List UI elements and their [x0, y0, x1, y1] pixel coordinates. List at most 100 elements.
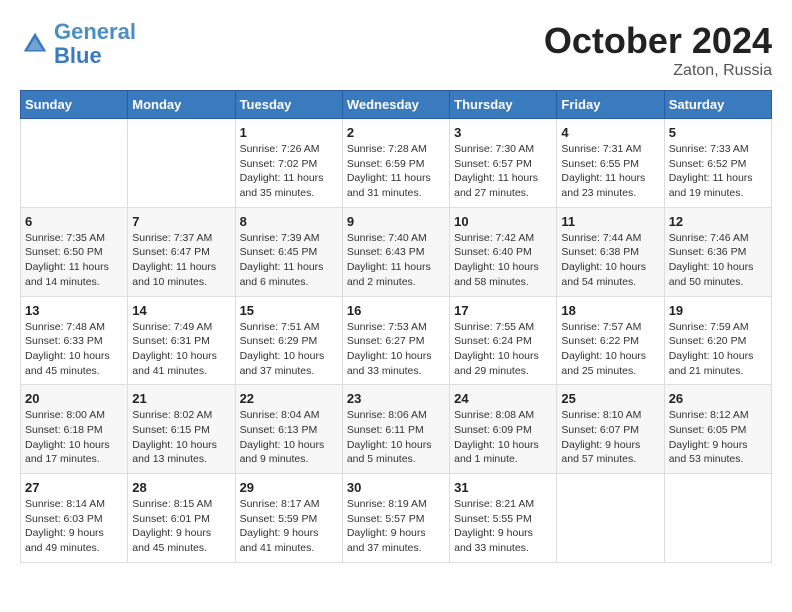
table-cell: 19Sunrise: 7:59 AMSunset: 6:20 PMDayligh… [664, 296, 771, 385]
day-number: 24 [454, 391, 552, 406]
day-number: 20 [25, 391, 123, 406]
day-number: 1 [240, 125, 338, 140]
table-cell: 28 Sunrise: 8:15 AMSunset: 6:01 PMDayligh… [128, 474, 235, 563]
day-number: 21 [132, 391, 230, 406]
day-number: 10 [454, 214, 552, 229]
day-number: 28 [132, 480, 230, 495]
day-number: 15 [240, 303, 338, 318]
day-info: Sunrise: 8:17 AMSunset: 5:59 PMDaylight:… [240, 497, 338, 556]
calendar-body: 1 Sunrise: 7:26 AMSunset: 7:02 PMDaylight… [21, 119, 772, 563]
day-info: Sunrise: 7:59 AMSunset: 6:20 PMDaylight:… [669, 320, 767, 379]
day-info: Sunrise: 7:28 AMSunset: 6:59 PMDaylight:… [347, 142, 445, 201]
table-cell: 23 Sunrise: 8:06 AMSunset: 6:11 PMDayligh… [342, 385, 449, 474]
day-info: Sunrise: 7:39 AMSunset: 6:45 PMDaylight:… [240, 231, 338, 290]
table-row: 27Sunrise: 8:14 AMSunset: 6:03 PMDayligh… [21, 474, 772, 563]
day-info: Sunrise: 8:19 AMSunset: 5:57 PMDaylight:… [347, 497, 445, 556]
table-cell: 29 Sunrise: 8:17 AMSunset: 5:59 PMDayligh… [235, 474, 342, 563]
day-number: 3 [454, 125, 552, 140]
day-number: 23 [347, 391, 445, 406]
day-number: 29 [240, 480, 338, 495]
day-info: Sunrise: 8:12 AMSunset: 6:05 PMDaylight:… [669, 408, 767, 467]
day-info: Sunrise: 7:49 AMSunset: 6:31 PMDaylight:… [132, 320, 230, 379]
table-cell: 6Sunrise: 7:35 AMSunset: 6:50 PMDaylight… [21, 207, 128, 296]
day-info: Sunrise: 7:31 AMSunset: 6:55 PMDaylight:… [561, 142, 659, 201]
logo-line2: Blue [54, 43, 102, 68]
day-number: 22 [240, 391, 338, 406]
day-number: 11 [561, 214, 659, 229]
table-cell [128, 119, 235, 208]
logo-line1: General [54, 19, 136, 44]
day-number: 16 [347, 303, 445, 318]
day-info: Sunrise: 7:37 AMSunset: 6:47 PMDaylight:… [132, 231, 230, 290]
table-cell: 16 Sunrise: 7:53 AMSunset: 6:27 PMDayligh… [342, 296, 449, 385]
day-number: 7 [132, 214, 230, 229]
day-info: Sunrise: 8:08 AMSunset: 6:09 PMDaylight:… [454, 408, 552, 467]
table-row: 13 Sunrise: 7:48 AMSunset: 6:33 PMDayligh… [21, 296, 772, 385]
day-info: Sunrise: 7:53 AMSunset: 6:27 PMDaylight:… [347, 320, 445, 379]
day-info: Sunrise: 7:26 AMSunset: 7:02 PMDaylight:… [240, 142, 338, 201]
table-row: 6Sunrise: 7:35 AMSunset: 6:50 PMDaylight… [21, 207, 772, 296]
day-info: Sunrise: 7:48 AMSunset: 6:33 PMDaylight:… [25, 320, 123, 379]
col-thursday: Thursday [450, 91, 557, 119]
calendar-header: Sunday Monday Tuesday Wednesday Thursday… [21, 91, 772, 119]
table-cell: 11 Sunrise: 7:44 AMSunset: 6:38 PMDayligh… [557, 207, 664, 296]
day-info: Sunrise: 8:04 AMSunset: 6:13 PMDaylight:… [240, 408, 338, 467]
table-cell: 21 Sunrise: 8:02 AMSunset: 6:15 PMDayligh… [128, 385, 235, 474]
table-cell: 31Sunrise: 8:21 AMSunset: 5:55 PMDayligh… [450, 474, 557, 563]
col-sunday: Sunday [21, 91, 128, 119]
day-number: 2 [347, 125, 445, 140]
day-info: Sunrise: 8:15 AMSunset: 6:01 PMDaylight:… [132, 497, 230, 556]
table-cell: 5 Sunrise: 7:33 AMSunset: 6:52 PMDaylight… [664, 119, 771, 208]
day-number: 9 [347, 214, 445, 229]
table-cell: 27Sunrise: 8:14 AMSunset: 6:03 PMDayligh… [21, 474, 128, 563]
day-info: Sunrise: 7:51 AMSunset: 6:29 PMDaylight:… [240, 320, 338, 379]
day-number: 30 [347, 480, 445, 495]
table-cell [664, 474, 771, 563]
table-cell: 7 Sunrise: 7:37 AMSunset: 6:47 PMDaylight… [128, 207, 235, 296]
day-info: Sunrise: 7:42 AMSunset: 6:40 PMDaylight:… [454, 231, 552, 290]
table-cell: 14 Sunrise: 7:49 AMSunset: 6:31 PMDayligh… [128, 296, 235, 385]
day-info: Sunrise: 7:55 AMSunset: 6:24 PMDaylight:… [454, 320, 552, 379]
day-info: Sunrise: 7:46 AMSunset: 6:36 PMDaylight:… [669, 231, 767, 290]
day-info: Sunrise: 8:10 AMSunset: 6:07 PMDaylight:… [561, 408, 659, 467]
table-cell: 13 Sunrise: 7:48 AMSunset: 6:33 PMDayligh… [21, 296, 128, 385]
table-cell: 9 Sunrise: 7:40 AMSunset: 6:43 PMDaylight… [342, 207, 449, 296]
day-info: Sunrise: 7:40 AMSunset: 6:43 PMDaylight:… [347, 231, 445, 290]
table-cell: 18Sunrise: 7:57 AMSunset: 6:22 PMDayligh… [557, 296, 664, 385]
logo: General Blue [20, 20, 136, 68]
table-cell [21, 119, 128, 208]
table-cell [557, 474, 664, 563]
day-info: Sunrise: 7:44 AMSunset: 6:38 PMDaylight:… [561, 231, 659, 290]
table-row: 20Sunrise: 8:00 AMSunset: 6:18 PMDayligh… [21, 385, 772, 474]
day-number: 26 [669, 391, 767, 406]
table-cell: 1 Sunrise: 7:26 AMSunset: 7:02 PMDaylight… [235, 119, 342, 208]
day-number: 5 [669, 125, 767, 140]
day-info: Sunrise: 8:06 AMSunset: 6:11 PMDaylight:… [347, 408, 445, 467]
col-wednesday: Wednesday [342, 91, 449, 119]
day-number: 8 [240, 214, 338, 229]
col-friday: Friday [557, 91, 664, 119]
day-number: 17 [454, 303, 552, 318]
weekday-row: Sunday Monday Tuesday Wednesday Thursday… [21, 91, 772, 119]
day-info: Sunrise: 8:02 AMSunset: 6:15 PMDaylight:… [132, 408, 230, 467]
col-monday: Monday [128, 91, 235, 119]
day-info: Sunrise: 8:21 AMSunset: 5:55 PMDaylight:… [454, 497, 552, 556]
day-info: Sunrise: 7:33 AMSunset: 6:52 PMDaylight:… [669, 142, 767, 201]
day-number: 18 [561, 303, 659, 318]
day-info: Sunrise: 7:35 AMSunset: 6:50 PMDaylight:… [25, 231, 123, 290]
table-cell: 4Sunrise: 7:31 AMSunset: 6:55 PMDaylight… [557, 119, 664, 208]
col-saturday: Saturday [664, 91, 771, 119]
table-cell: 8 Sunrise: 7:39 AMSunset: 6:45 PMDaylight… [235, 207, 342, 296]
table-cell: 2 Sunrise: 7:28 AMSunset: 6:59 PMDaylight… [342, 119, 449, 208]
day-number: 25 [561, 391, 659, 406]
table-cell: 30 Sunrise: 8:19 AMSunset: 5:57 PMDayligh… [342, 474, 449, 563]
logo-icon [20, 29, 50, 59]
day-info: Sunrise: 7:30 AMSunset: 6:57 PMDaylight:… [454, 142, 552, 201]
table-cell: 22 Sunrise: 8:04 AMSunset: 6:13 PMDayligh… [235, 385, 342, 474]
table-cell: 25 Sunrise: 8:10 AMSunset: 6:07 PMDayligh… [557, 385, 664, 474]
logo-text: General Blue [54, 20, 136, 68]
col-tuesday: Tuesday [235, 91, 342, 119]
calendar-table: Sunday Monday Tuesday Wednesday Thursday… [20, 90, 772, 563]
day-number: 14 [132, 303, 230, 318]
day-number: 13 [25, 303, 123, 318]
